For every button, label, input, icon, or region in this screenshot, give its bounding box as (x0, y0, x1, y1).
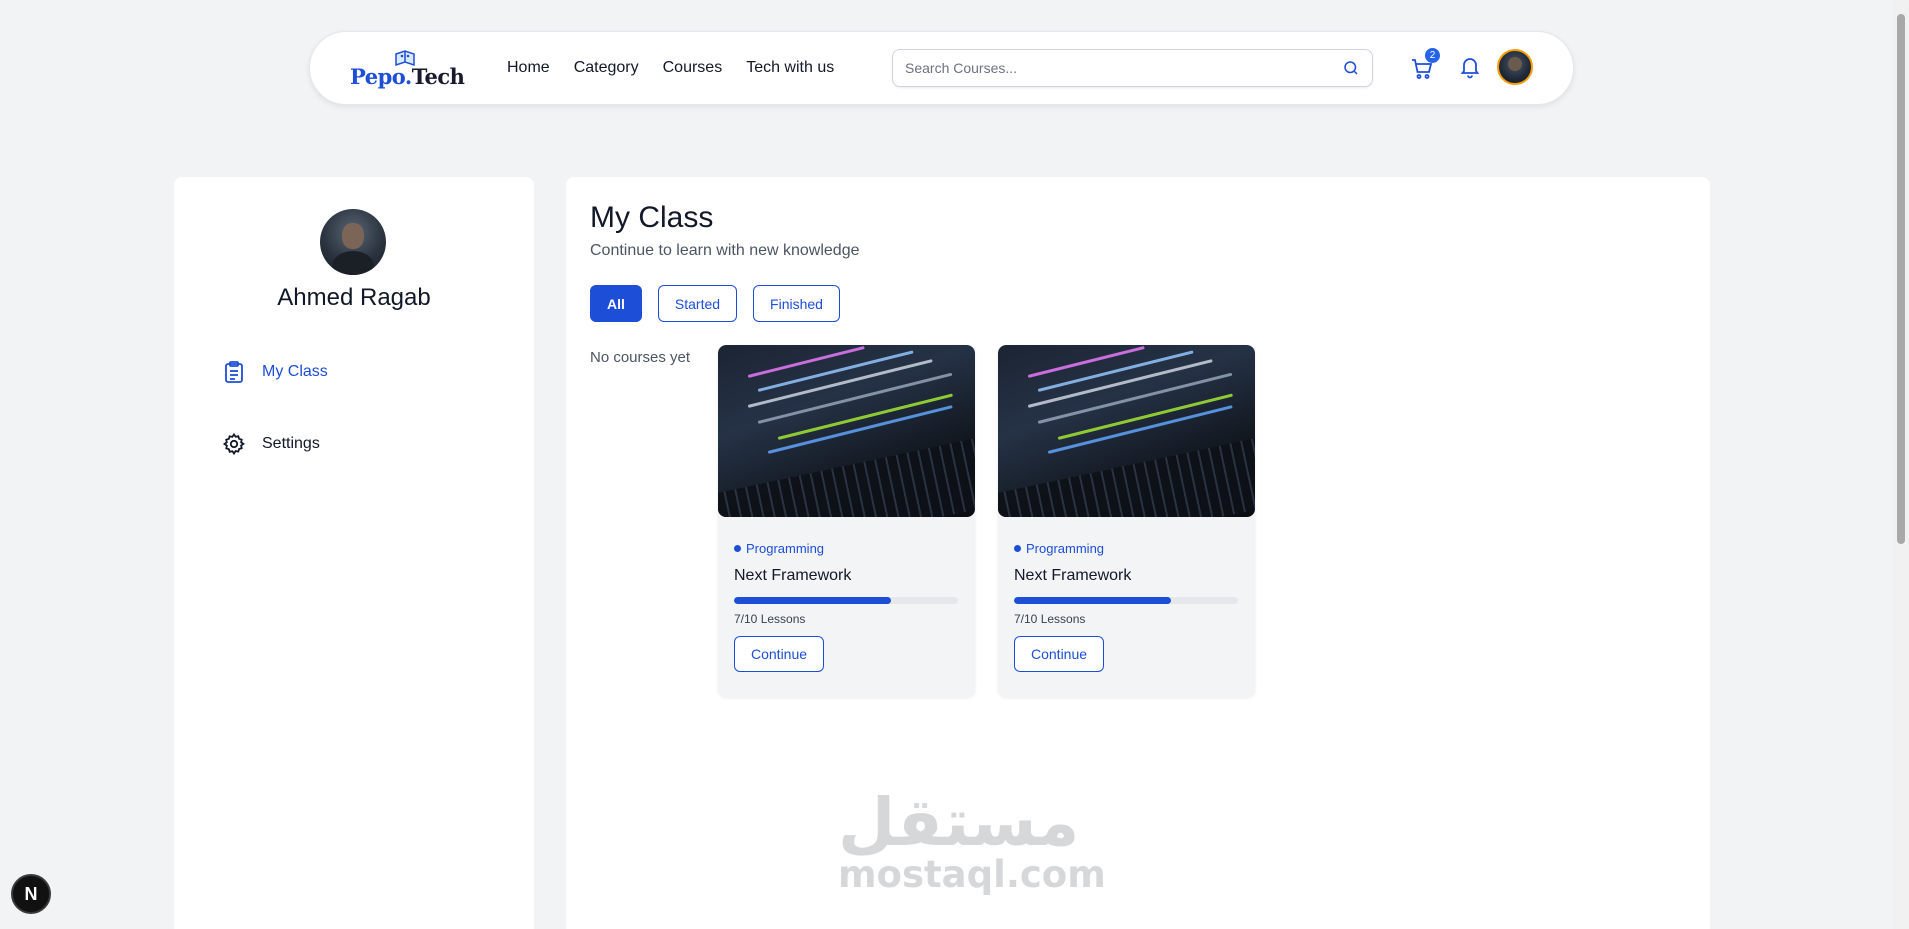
course-title: Next Framework (734, 567, 852, 584)
top-navbar: Pepo.Tech Home Category Courses Tech wit… (309, 31, 1574, 105)
continue-button[interactable]: Continue (734, 636, 825, 672)
course-card[interactable]: Programming Next Framework 7/10 Lessons … (718, 345, 975, 697)
user-avatar[interactable] (1497, 49, 1533, 85)
bell-icon[interactable] (1458, 55, 1482, 79)
course-lessons-count: 7/10 Lessons (734, 612, 806, 626)
empty-state-text: No courses yet (590, 349, 691, 366)
my-class-panel: My Class Continue to learn with new know… (566, 177, 1710, 929)
search-input[interactable] (905, 60, 1342, 76)
tab-started[interactable]: Started (657, 285, 738, 322)
course-title: Next Framework (1014, 567, 1132, 584)
profile-sidebar: Ahmed Ragab My Class Settings (174, 177, 534, 929)
course-progress-bar (1014, 597, 1238, 604)
sidebar-item-label: Settings (262, 435, 320, 452)
course-card[interactable]: Programming Next Framework 7/10 Lessons … (998, 345, 1255, 697)
course-category: Programming (734, 541, 824, 556)
main-nav: Home Category Courses Tech with us (507, 32, 834, 104)
tab-finished[interactable]: Finished (753, 285, 840, 322)
course-thumbnail (718, 345, 975, 517)
gear-icon (222, 432, 245, 456)
page-title: My Class (590, 201, 714, 234)
cart-button[interactable]: 2 (1410, 48, 1440, 81)
page-subtitle: Continue to learn with new knowledge (590, 242, 860, 259)
nav-category[interactable]: Category (574, 59, 639, 77)
logo[interactable]: Pepo.Tech (350, 48, 465, 90)
search-bar (892, 49, 1373, 87)
cart-count-badge: 2 (1425, 48, 1440, 63)
page-scrollbar[interactable] (1893, 0, 1909, 929)
sidebar-item-label: My Class (262, 363, 328, 380)
sidebar-item-my-class[interactable]: My Class (222, 357, 328, 387)
clipboard-icon (225, 361, 243, 383)
search-icon[interactable] (1342, 59, 1360, 77)
course-lessons-count: 7/10 Lessons (1014, 612, 1086, 626)
continue-button[interactable]: Continue (1014, 636, 1105, 672)
course-progress-bar (734, 597, 958, 604)
filter-tabs: All Started Finished (590, 285, 840, 322)
dev-tools-button[interactable]: N (11, 874, 51, 914)
profile-name: Ahmed Ragab (277, 284, 431, 311)
nav-tech-with-us[interactable]: Tech with us (746, 59, 834, 77)
profile-avatar (320, 209, 386, 275)
tab-all[interactable]: All (590, 285, 642, 322)
course-category: Programming (1014, 541, 1104, 556)
scrollbar-thumb[interactable] (1897, 14, 1905, 544)
nav-home[interactable]: Home (507, 59, 550, 77)
nav-courses[interactable]: Courses (663, 59, 723, 77)
sidebar-item-settings[interactable]: Settings (222, 429, 320, 459)
logo-text: Pepo.Tech (350, 64, 465, 89)
course-thumbnail (998, 345, 1255, 517)
